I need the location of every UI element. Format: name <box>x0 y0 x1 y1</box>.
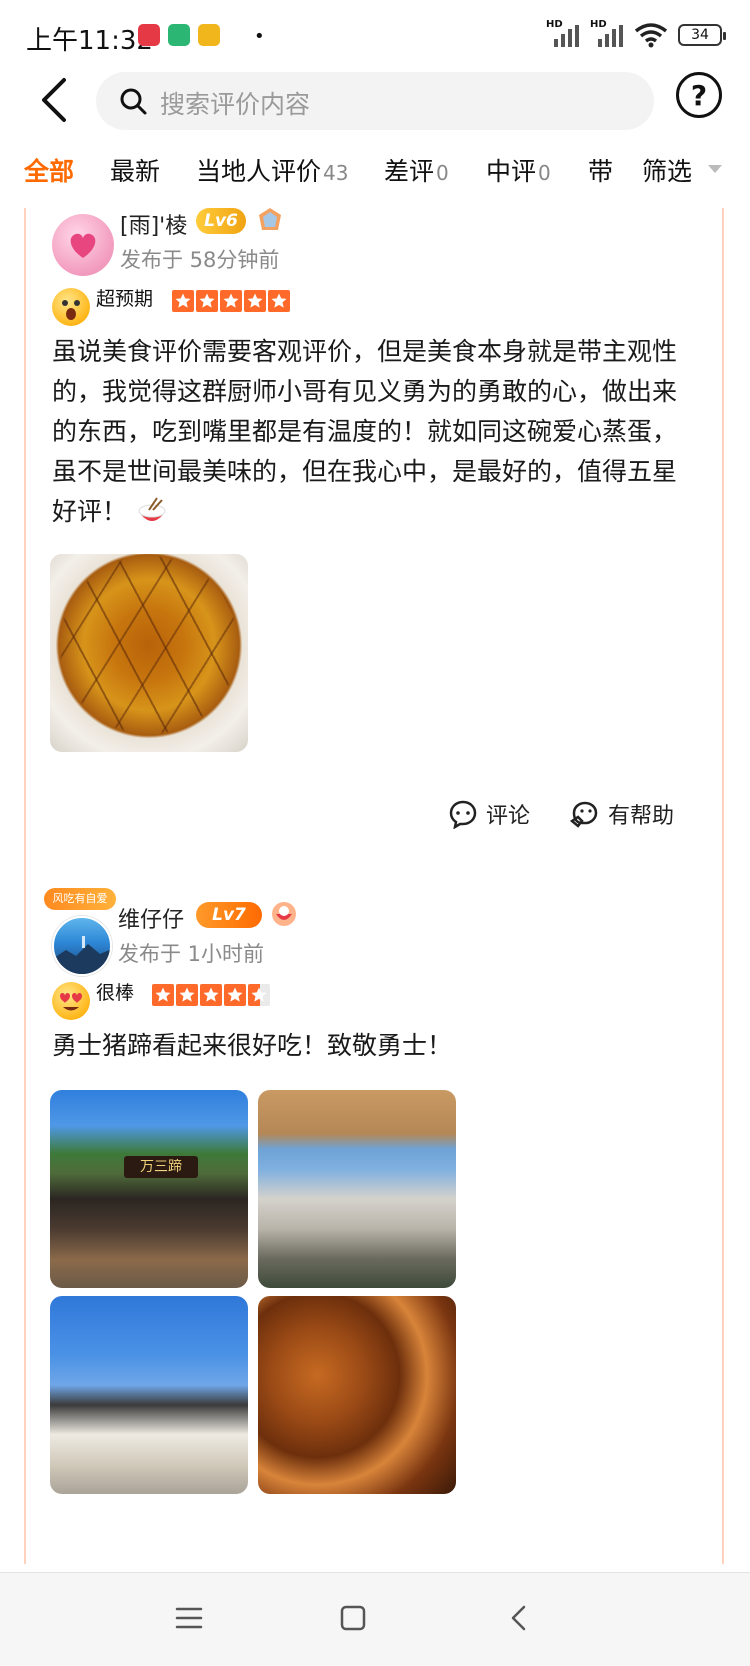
avatar[interactable] <box>52 214 114 276</box>
status-bar: 上午11:32 • HD HD 34 <box>0 0 750 70</box>
review-page: 上午11:32 • HD HD 34 搜索评价内容 ? 全部 最新 当地人评价 … <box>0 0 750 1666</box>
star-icon <box>224 984 246 1006</box>
top-bar: 搜索评价内容 ? <box>0 66 750 136</box>
star-icon <box>244 290 266 312</box>
helpful-button[interactable]: 有帮助 <box>570 798 674 830</box>
post-time: 发布于 58分钟前 <box>120 248 280 272</box>
shop-sign: 万三蹄 <box>124 1156 198 1178</box>
level-badge: Lv6 <box>196 208 246 234</box>
more-notifications-dot: • <box>254 26 265 47</box>
app-notification-icon <box>138 24 160 46</box>
star-icon <box>152 984 174 1006</box>
home-icon[interactable] <box>336 1601 370 1635</box>
star-icon <box>196 290 218 312</box>
rice-bowl-icon <box>138 497 166 521</box>
search-bar[interactable]: 搜索评价内容 <box>96 72 654 130</box>
battery-icon: 34 <box>678 24 726 46</box>
system-nav-bar <box>0 1572 750 1666</box>
review-photo[interactable] <box>258 1090 456 1288</box>
avatar-title-badge: 风吃有自爱 <box>44 888 116 910</box>
tab-with-photos[interactable]: 带 <box>588 152 613 188</box>
comment-icon <box>449 800 477 829</box>
food-badge-icon <box>272 902 296 926</box>
star-icon <box>200 984 222 1006</box>
tab-local-reviews[interactable]: 当地人评价 43 <box>196 152 348 188</box>
filter-button[interactable]: 筛选 <box>622 140 750 200</box>
star-icon <box>268 290 290 312</box>
reviewer-name[interactable]: [雨]'棱 <box>120 208 187 240</box>
star-rating <box>152 984 270 1006</box>
status-time: 上午11:32 <box>26 26 153 56</box>
comment-button[interactable]: 评论 <box>448 798 530 830</box>
star-icon <box>172 290 194 312</box>
tab-negative[interactable]: 差评 0 <box>384 152 449 188</box>
heart-eyes-emoji-icon <box>52 982 90 1020</box>
back-icon[interactable] <box>502 1601 536 1635</box>
review-list: [雨]'棱 Lv6 发布于 58分钟前 超预期 虽说美食评价需要客观评价，但是美… <box>0 208 750 1564</box>
review-photo[interactable] <box>258 1296 456 1494</box>
rating-label: 超预期 <box>96 288 154 310</box>
star-icon <box>176 984 198 1006</box>
signal-icon: HD <box>590 19 624 47</box>
help-button[interactable]: ? <box>676 72 722 118</box>
menu-icon[interactable] <box>172 1601 206 1635</box>
exceeded-expectations-emoji-icon <box>52 288 90 326</box>
camera-notification-icon <box>198 24 220 46</box>
star-icon <box>220 290 242 312</box>
post-time: 发布于 1小时前 <box>118 942 265 966</box>
avatar[interactable] <box>52 916 112 976</box>
search-icon <box>120 88 147 115</box>
tab-latest[interactable]: 最新 <box>110 152 160 188</box>
gem-badge-icon <box>259 208 281 230</box>
tab-neutral[interactable]: 中评 0 <box>486 152 551 188</box>
helpful-icon <box>570 801 598 828</box>
wifi-icon <box>634 23 668 48</box>
level-badge: Lv7 <box>196 902 262 928</box>
review-filter-tabs: 全部 最新 当地人评价 43 差评 0 中评 0 带 筛选 <box>0 140 750 200</box>
review-text: 虽说美食评价需要客观评价，但是美食本身就是带主观性的，我觉得这群厨师小哥有见义勇… <box>52 332 692 532</box>
chevron-down-icon <box>708 165 722 173</box>
phone-notification-icon <box>168 24 190 46</box>
review-text: 勇士猪蹄看起来很好吃！致敬勇士！ <box>52 1031 453 1060</box>
rating-label: 很棒 <box>96 982 135 1004</box>
star-icon <box>248 984 270 1006</box>
review-photo[interactable] <box>50 1296 248 1494</box>
back-button[interactable] <box>30 74 80 126</box>
search-placeholder: 搜索评价内容 <box>160 90 311 119</box>
status-right: HD HD 34 <box>546 19 726 48</box>
review-photo[interactable] <box>50 554 248 752</box>
signal-icon: HD <box>546 19 580 47</box>
tab-all[interactable]: 全部 <box>24 152 74 188</box>
list-border-right <box>722 208 724 1564</box>
list-border-left <box>24 208 26 1564</box>
reviewer-name[interactable]: 维仔仔 <box>118 902 184 934</box>
star-rating <box>172 290 290 312</box>
review-photo[interactable]: 万三蹄 <box>50 1090 248 1288</box>
